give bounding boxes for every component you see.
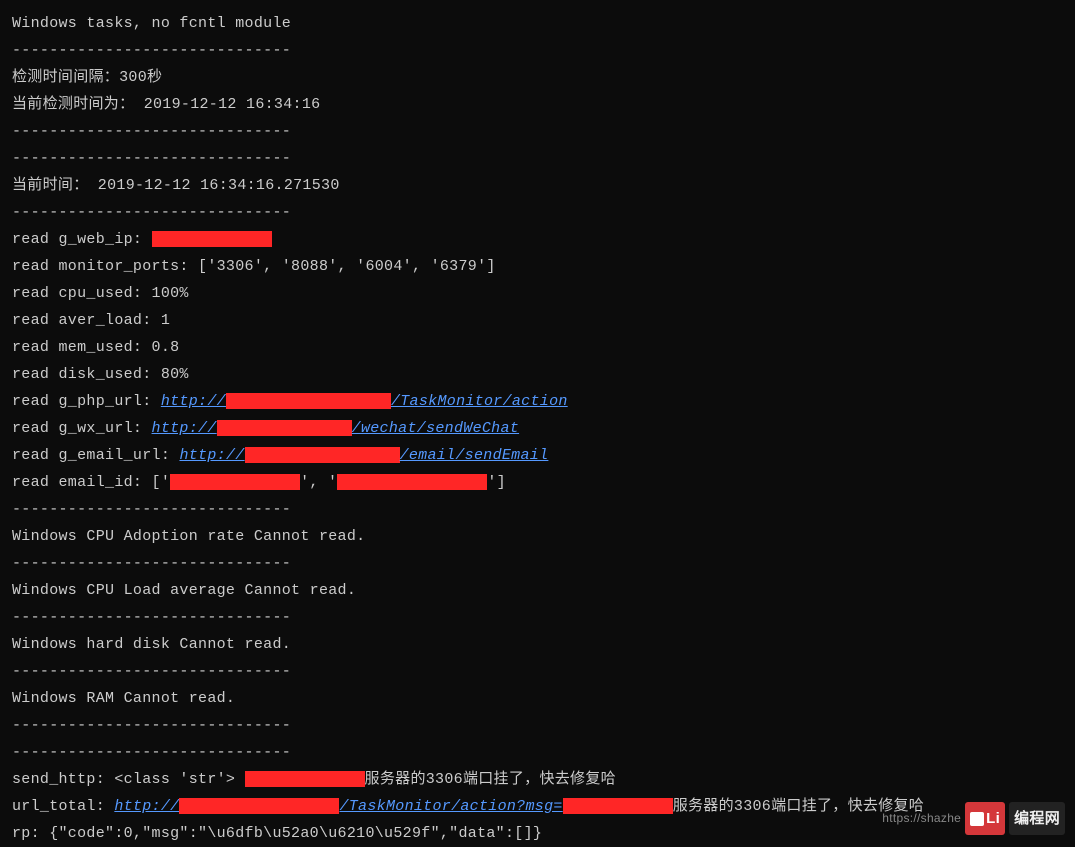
url-prefix: http:// (152, 420, 217, 437)
divider: ------------------------------ (12, 658, 1063, 685)
url-suffix: /email/sendEmail (400, 447, 549, 464)
error-cpu-load: Windows CPU Load average Cannot read. (12, 577, 1063, 604)
url-prefix: http:// (161, 393, 226, 410)
divider: ------------------------------ (12, 37, 1063, 64)
url-suffix: /TaskMonitor/action (391, 393, 568, 410)
header-title: Windows tasks, no fcntl module (12, 10, 1063, 37)
label: read g_web_ip: (12, 231, 152, 248)
read-php-url: read g_php_url: http:// /TaskMonitor/acti… (12, 388, 1063, 415)
logo-text: Li (986, 805, 1000, 832)
divider: ------------------------------ (12, 604, 1063, 631)
redacted-host (217, 420, 352, 436)
divider: ------------------------------ (12, 550, 1063, 577)
sep: ', ' (300, 474, 337, 491)
watermark: https://shazhe Li 编程网 (882, 802, 1065, 835)
redacted-msg (563, 798, 673, 814)
check-interval: 检测时间间隔：300秒 (12, 64, 1063, 91)
php-url-link[interactable]: http:// /TaskMonitor/action (161, 393, 568, 410)
label: read email_id: [' (12, 474, 170, 491)
label: url_total: (12, 798, 114, 815)
url-prefix: http:// (179, 447, 244, 464)
divider: ------------------------------ (12, 199, 1063, 226)
error-hard-disk: Windows hard disk Cannot read. (12, 631, 1063, 658)
url-prefix: http:// (114, 798, 179, 815)
url-mid: /TaskMonitor/action?msg= (339, 798, 562, 815)
url-total-link[interactable]: http:// /TaskMonitor/action?msg= (114, 798, 672, 815)
email-url-link[interactable]: http:// /email/sendEmail (179, 447, 548, 464)
read-wx-url: read g_wx_url: http:// /wechat/sendWeChat (12, 415, 1063, 442)
error-cpu-adoption: Windows CPU Adoption rate Cannot read. (12, 523, 1063, 550)
read-monitor-ports: read monitor_ports: ['3306', '8088', '60… (12, 253, 1063, 280)
error-ram: Windows RAM Cannot read. (12, 685, 1063, 712)
redacted-host (179, 798, 339, 814)
read-email-url: read g_email_url: http:// /email/sendEmai… (12, 442, 1063, 469)
send-http: send_http: <class 'str'> 服务器的3306端口挂了，快去… (12, 766, 1063, 793)
wx-url-link[interactable]: http:// /wechat/sendWeChat (152, 420, 520, 437)
read-aver-load: read aver_load: 1 (12, 307, 1063, 334)
watermark-chinese: 编程网 (1009, 802, 1065, 835)
url-suffix: /wechat/sendWeChat (352, 420, 519, 437)
read-email-id: read email_id: [' ', ' '] (12, 469, 1063, 496)
redacted-str (245, 771, 365, 787)
read-web-ip: read g_web_ip: (12, 226, 1063, 253)
label: read g_email_url: (12, 447, 179, 464)
suffix: 服务器的3306端口挂了，快去修复哈 (365, 771, 616, 788)
read-mem-used: read mem_used: 0.8 (12, 334, 1063, 361)
read-cpu-used: read cpu_used: 100% (12, 280, 1063, 307)
divider: ------------------------------ (12, 712, 1063, 739)
logo-icon (970, 812, 984, 826)
redacted-host (226, 393, 391, 409)
redacted-host (245, 447, 400, 463)
divider: ------------------------------ (12, 739, 1063, 766)
divider: ------------------------------ (12, 118, 1063, 145)
redacted-email2 (337, 474, 487, 490)
watermark-url: https://shazhe (882, 808, 961, 830)
redacted-ip (152, 231, 272, 247)
redacted-email1 (170, 474, 300, 490)
end: '] (487, 474, 506, 491)
divider: ------------------------------ (12, 496, 1063, 523)
label: read g_php_url: (12, 393, 161, 410)
read-disk-used: read disk_used: 80% (12, 361, 1063, 388)
watermark-logo: Li (965, 802, 1005, 835)
divider: ------------------------------ (12, 145, 1063, 172)
current-time: 当前时间： 2019-12-12 16:34:16.271530 (12, 172, 1063, 199)
label: read g_wx_url: (12, 420, 152, 437)
check-current-time: 当前检测时间为： 2019-12-12 16:34:16 (12, 91, 1063, 118)
label: send_http: <class 'str'> (12, 771, 245, 788)
